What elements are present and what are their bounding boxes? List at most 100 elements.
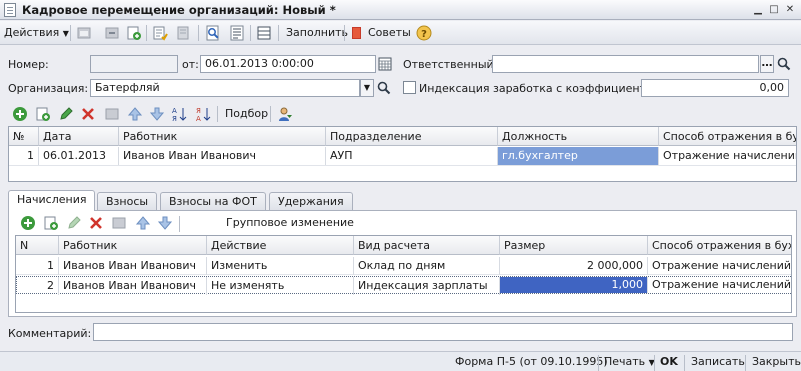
responsible-label: Ответственный: [403,58,498,71]
employee-cell: Иванов Иван Иванович [59,277,207,295]
column-header[interactable]: Способ отражения в бух... [648,236,791,255]
tab-payroll-contributions[interactable]: Взносы на ФОТ [160,192,266,210]
copy-row-icon[interactable] [43,215,59,231]
tab-contributions[interactable]: Взносы [97,192,158,210]
move-down-icon[interactable] [149,106,165,122]
amount-cell[interactable]: 1,000 [500,277,648,293]
row-number-cell: 2 [17,277,59,295]
column-header[interactable]: № [9,127,39,146]
add-row-icon[interactable] [12,106,28,122]
column-header[interactable]: Действие [207,236,354,255]
table-row[interactable]: 1 06.01.2013 Иванов Иван Иванович АУП гл… [9,147,796,166]
delete-row-icon[interactable] [88,215,104,231]
separator [684,355,685,371]
move-up-icon[interactable] [135,215,151,231]
column-header[interactable]: Вид расчета [354,236,500,255]
reflection-cell: Отражение начислений ... [659,147,796,165]
tab-deductions[interactable]: Удержания [269,192,353,210]
amount-cell: 2 000,000 [500,257,648,275]
action-cell: Не изменять [207,277,354,295]
copy-icon[interactable] [104,25,120,41]
group-change-button[interactable]: Групповое изменение [226,214,354,232]
separator [70,25,71,41]
accruals-table: N Работник Действие Вид расчета Размер С… [15,235,792,313]
column-header[interactable]: Размер [500,236,648,255]
position-cell[interactable]: гл.бухгалтер [498,147,659,165]
title-bar: Кадровое перемещение организаций: Новый … [0,0,801,20]
employee-cell: Иванов Иван Иванович [119,147,326,165]
move-down-icon[interactable] [157,215,173,231]
ok-button[interactable]: OK [660,355,678,369]
help-icon[interactable]: ? [416,25,432,41]
employee-icon[interactable] [277,106,293,122]
employee-cell: Иванов Иван Иванович [59,257,207,275]
top-table-toolbar: АЯ ЯА Подбор [0,103,801,125]
print-menu[interactable]: Печать ▼ [604,355,655,370]
svg-text:А: А [196,115,201,122]
edit-pencil-icon[interactable] [58,106,74,122]
unpost-document-icon[interactable] [176,25,192,41]
svg-text:Я: Я [196,107,201,115]
column-header[interactable]: Работник [59,236,207,255]
fill-button[interactable]: Заполнить [286,24,348,42]
edit-pencil-icon[interactable] [66,215,82,231]
column-header[interactable]: Должность [498,127,659,146]
find-icon[interactable] [205,25,221,41]
ellipsis-button[interactable]: … [760,55,774,73]
move-up-icon[interactable] [127,106,143,122]
indexation-checkbox[interactable] [403,81,416,94]
end-edit-icon[interactable] [104,106,120,122]
separator [344,25,345,41]
separator [250,25,251,41]
column-header[interactable]: Способ отражения в бу... [659,127,796,146]
organization-dropdown-icon[interactable]: ▼ [360,79,374,97]
separator [179,216,180,232]
new-document-icon[interactable] [76,25,92,41]
column-header[interactable]: N [16,236,59,255]
calendar-icon[interactable] [377,56,393,72]
separator [217,106,218,122]
form-print-link[interactable]: Форма П-5 (от 09.10.1995) [455,355,608,369]
table-row[interactable]: 1 Иванов Иван Иванович Изменить Оклад по… [16,257,791,275]
responsible-field[interactable] [492,55,759,73]
close-button[interactable]: Закрыть [752,355,801,369]
end-edit-icon[interactable] [111,215,127,231]
tab-accruals[interactable]: Начисления [8,190,96,211]
add-row-icon[interactable] [20,215,36,231]
comment-field[interactable] [93,323,793,341]
sort-ascending-icon[interactable]: АЯ [171,106,187,122]
separator [198,25,199,41]
maximize-icon[interactable]: □ [767,3,781,17]
pick-button[interactable]: Подбор [225,105,268,123]
svg-text:?: ? [421,29,427,40]
column-header[interactable]: Дата [39,127,119,146]
organization-field[interactable]: Батерфляй [90,79,360,97]
actions-menu[interactable]: Действия ▼ [4,24,69,42]
report-icon[interactable] [229,25,245,41]
tips-book-icon [352,27,361,39]
department-cell: АУП [326,147,498,165]
indexation-field[interactable]: 0,00 [641,79,789,97]
main-toolbar: Действия ▼ Заполнить Советы ? [0,21,801,45]
number-label: Номер: [8,58,49,71]
number-field[interactable] [90,55,178,73]
sort-descending-icon[interactable]: ЯА [195,106,211,122]
search-icon[interactable] [376,80,392,96]
actions-label: Действия [4,26,60,39]
date-field[interactable]: 06.01.2013 0:00:00 [200,55,376,73]
close-icon[interactable]: ✕ [783,3,797,17]
delete-row-icon[interactable] [80,106,96,122]
table-row[interactable]: 2 Иванов Иван Иванович Не изменять Индек… [16,276,791,295]
print-label: Печать [604,355,646,368]
structure-icon[interactable] [256,25,272,41]
save-button[interactable]: Записать [691,355,745,369]
minimize-icon[interactable]: ▁ [751,3,765,17]
reflection-cell: Отражение начислений п... [648,257,791,275]
post-document-icon[interactable] [152,25,168,41]
tips-button[interactable]: Советы [368,24,411,42]
add-copy-icon[interactable] [126,25,142,41]
copy-row-icon[interactable] [35,106,51,122]
column-header[interactable]: Работник [119,127,326,146]
column-header[interactable]: Подразделение [326,127,498,146]
search-icon[interactable] [776,56,792,72]
